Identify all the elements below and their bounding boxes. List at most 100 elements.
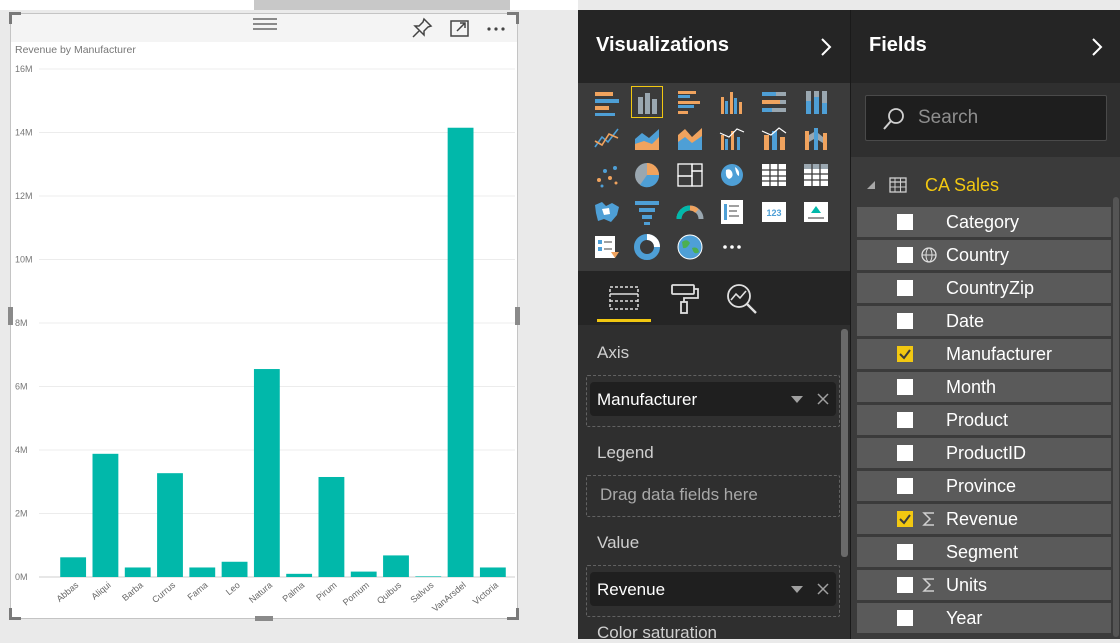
visualizations-scrollbar[interactable] xyxy=(840,325,850,639)
table-icon[interactable] xyxy=(759,160,789,190)
format-tab-icon[interactable] xyxy=(664,279,704,317)
analytics-tab-icon[interactable] xyxy=(722,279,762,317)
bar-barba[interactable] xyxy=(124,567,151,577)
field-item-revenue[interactable]: Revenue xyxy=(857,504,1111,534)
value-well[interactable]: Revenue xyxy=(586,565,840,617)
bar-pomum[interactable] xyxy=(350,571,377,577)
field-item-date[interactable]: Date xyxy=(857,306,1111,336)
field-checkbox[interactable] xyxy=(897,445,913,461)
line-clustered-column-icon[interactable] xyxy=(717,123,747,153)
line-chart-icon[interactable] xyxy=(592,123,622,153)
stacked-bar-chart-icon[interactable] xyxy=(592,87,622,117)
pin-icon[interactable] xyxy=(411,17,433,39)
field-item-product[interactable]: Product xyxy=(857,405,1111,435)
remove-field-icon[interactable] xyxy=(815,391,831,407)
focus-mode-icon[interactable] xyxy=(449,17,471,39)
field-item-countryzip[interactable]: CountryZip xyxy=(857,273,1111,303)
legend-well[interactable]: Drag data fields here xyxy=(586,475,840,517)
bar-quibus[interactable] xyxy=(383,555,409,577)
scatter-chart-icon[interactable] xyxy=(592,160,622,190)
filled-map-icon[interactable] xyxy=(592,197,622,227)
field-item-units[interactable]: Units xyxy=(857,570,1111,600)
bar-salvus[interactable] xyxy=(415,576,442,577)
gauge-icon[interactable] xyxy=(675,197,705,227)
kpi-icon[interactable] xyxy=(801,197,831,227)
more-options-icon[interactable] xyxy=(485,17,507,39)
stacked-area-chart-icon[interactable] xyxy=(675,123,705,153)
field-item-country[interactable]: Country xyxy=(857,240,1111,270)
card-icon[interactable]: 123 xyxy=(759,197,789,227)
scrollbar-thumb[interactable] xyxy=(1113,197,1119,637)
line-stacked-column-icon[interactable] xyxy=(759,123,789,153)
expand-triangle-icon[interactable] xyxy=(867,181,875,189)
slicer-icon[interactable] xyxy=(592,232,622,262)
collapse-fields-chevron-icon[interactable] xyxy=(1089,36,1105,58)
more-visuals-icon[interactable] xyxy=(717,232,747,262)
funnel-icon[interactable] xyxy=(632,197,662,227)
page-scrollbar[interactable] xyxy=(254,0,510,10)
field-item-productid[interactable]: ProductID xyxy=(857,438,1111,468)
field-checkbox[interactable] xyxy=(897,544,913,560)
bar-currus[interactable] xyxy=(157,473,183,577)
arcgis-map-icon[interactable] xyxy=(675,232,705,262)
collapse-visualizations-chevron-icon[interactable] xyxy=(818,36,834,58)
bar-leo[interactable] xyxy=(221,561,248,577)
stacked-column-chart-icon[interactable] xyxy=(631,86,663,118)
field-item-manufacturer[interactable]: Manufacturer xyxy=(857,339,1111,369)
field-checkbox[interactable] xyxy=(897,346,913,362)
bar-victoria[interactable] xyxy=(479,567,506,577)
column-chart-visual[interactable]: Revenue by Manufacturer 0M 2M 4M 6M 8M 10M 12M… xyxy=(8,12,520,621)
table-node-ca-sales[interactable]: CA Sales xyxy=(851,170,1111,200)
bar-abbas[interactable] xyxy=(60,557,87,577)
map-icon[interactable] xyxy=(717,160,747,190)
bar-pirum[interactable] xyxy=(318,476,345,577)
clustered-bar-chart-icon[interactable] xyxy=(675,87,705,117)
chevron-down-icon[interactable] xyxy=(791,586,803,593)
field-item-year[interactable]: Year xyxy=(857,603,1111,633)
field-checkbox[interactable] xyxy=(897,280,913,296)
field-checkbox[interactable] xyxy=(897,478,913,494)
100-stacked-bar-chart-icon[interactable] xyxy=(759,87,789,117)
scrollbar-thumb[interactable] xyxy=(841,329,848,557)
area-chart-icon[interactable] xyxy=(632,123,662,153)
resize-handle-bottom-right[interactable] xyxy=(507,608,519,620)
multi-row-card-icon[interactable] xyxy=(717,197,747,227)
field-item-category[interactable]: Category xyxy=(857,207,1111,237)
donut-chart-icon[interactable] xyxy=(632,232,662,262)
clustered-column-chart-icon[interactable] xyxy=(717,87,747,117)
remove-field-icon[interactable] xyxy=(815,581,831,597)
field-checkbox[interactable] xyxy=(897,214,913,230)
bar-natura[interactable] xyxy=(253,369,280,577)
field-checkbox[interactable] xyxy=(897,412,913,428)
fields-scrollbar[interactable] xyxy=(1111,157,1120,639)
value-field-pill[interactable]: Revenue xyxy=(590,572,836,606)
resize-handle-right[interactable] xyxy=(515,307,520,325)
search-input[interactable] xyxy=(916,105,1096,131)
field-checkbox[interactable] xyxy=(897,577,913,593)
field-checkbox[interactable] xyxy=(897,247,913,263)
resize-handle-bottom-left[interactable] xyxy=(9,608,21,620)
axis-well[interactable]: Manufacturer xyxy=(586,375,840,427)
field-checkbox[interactable] xyxy=(897,313,913,329)
chevron-down-icon[interactable] xyxy=(791,396,803,403)
field-checkbox[interactable] xyxy=(897,511,913,527)
bar-vanarsdel[interactable] xyxy=(447,127,474,578)
bar-fama[interactable] xyxy=(189,567,216,577)
field-item-province[interactable]: Province xyxy=(857,471,1111,501)
bar-aliqui[interactable] xyxy=(92,453,119,577)
resize-handle-left[interactable] xyxy=(8,307,13,325)
field-item-segment[interactable]: Segment xyxy=(857,537,1111,567)
fields-tab-icon[interactable] xyxy=(604,279,644,317)
resize-handle-bottom[interactable] xyxy=(255,616,273,621)
resize-handle-top-right[interactable] xyxy=(507,12,519,24)
field-checkbox[interactable] xyxy=(897,610,913,626)
field-item-month[interactable]: Month xyxy=(857,372,1111,402)
matrix-icon[interactable] xyxy=(801,160,831,190)
treemap-icon[interactable] xyxy=(675,160,705,190)
axis-field-pill[interactable]: Manufacturer xyxy=(590,382,836,416)
resize-handle-top-left[interactable] xyxy=(9,12,21,24)
pie-chart-icon[interactable] xyxy=(632,160,662,190)
fields-search-box[interactable] xyxy=(865,95,1107,141)
drag-handle-icon[interactable] xyxy=(253,18,277,32)
100-stacked-column-chart-icon[interactable] xyxy=(801,87,831,117)
